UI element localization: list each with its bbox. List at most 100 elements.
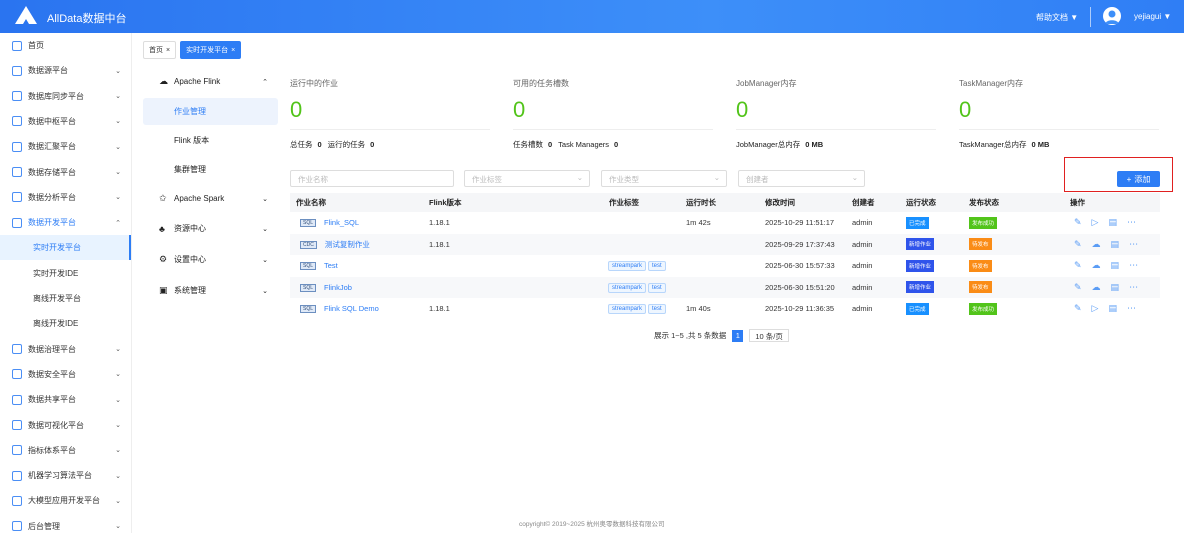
publish-status-badge: 待发布: [969, 260, 992, 272]
sidebar-item[interactable]: 数据治理平台⌄: [0, 337, 131, 362]
creator-select[interactable]: 创建者⌄: [738, 170, 865, 187]
page-size-select[interactable]: 10 条/页: [749, 329, 789, 342]
submenu-item[interactable]: ♣资源中心⌄: [143, 215, 278, 242]
more-icon[interactable]: ⋯: [1127, 303, 1136, 314]
stat-footer-label: TaskManager总内存: [959, 140, 1027, 149]
details-icon[interactable]: ▤: [1111, 260, 1120, 271]
details-icon[interactable]: ▤: [1108, 303, 1117, 314]
job-type-badge: SQL: [300, 305, 316, 313]
modified-time: 2025-10-29 11:36:35: [765, 304, 834, 313]
details-icon[interactable]: ▤: [1111, 239, 1120, 250]
job-name-cell: CDC测试复制作业: [300, 239, 370, 250]
submenu-item[interactable]: ▣系统管理⌄: [143, 277, 278, 304]
sidebar-item[interactable]: 实时开发IDE: [0, 261, 131, 286]
upload-icon[interactable]: ☁: [1092, 260, 1101, 271]
chevron-icon: ⌄: [262, 287, 268, 295]
sidebar-item[interactable]: 数据源平台⌄: [0, 58, 131, 83]
table-header: 作业名称Flink版本作业标签运行时长修改时间创建者运行状态发布状态操作: [290, 193, 1160, 212]
publish-status-badge: 待发布: [969, 238, 992, 250]
sidebar-item[interactable]: 数据开发平台⌃: [0, 210, 131, 235]
sidebar-item[interactable]: 数据中枢平台⌄: [0, 109, 131, 134]
stat-footer-label: 任务槽数: [513, 140, 543, 149]
tab-bar: 首页×实时开发平台×: [143, 41, 241, 59]
chevron-icon: ⌄: [115, 472, 121, 480]
help-docs-menu[interactable]: 帮助文档 ▼: [1036, 12, 1078, 23]
column-header[interactable]: 运行状态: [906, 197, 936, 208]
edit-icon[interactable]: ✎: [1074, 260, 1082, 271]
stat-label: TaskManager内存: [959, 78, 1159, 89]
submenu-item[interactable]: ⚙设置中心⌄: [143, 246, 278, 273]
more-icon[interactable]: ⋯: [1129, 239, 1138, 250]
submenu-item[interactable]: Flink 版本: [143, 127, 278, 154]
play-icon[interactable]: ▷: [1092, 217, 1099, 228]
job-name-link[interactable]: FlinkJob: [324, 283, 352, 292]
job-tag-select[interactable]: 作业标签⌄: [464, 170, 590, 187]
sidebar-item[interactable]: 数据存储平台⌄: [0, 160, 131, 185]
more-icon[interactable]: ⋯: [1127, 217, 1136, 228]
sidebar-item[interactable]: 数据可视化平台⌄: [0, 413, 131, 438]
submenu-label: Apache Spark: [174, 194, 224, 203]
column-header: Flink版本: [429, 197, 462, 208]
edit-icon[interactable]: ✎: [1074, 303, 1082, 314]
submenu-label: 资源中心: [174, 223, 206, 234]
chevron-icon: ⌄: [262, 225, 268, 233]
sidebar-item[interactable]: 数据库同步平台⌄: [0, 84, 131, 109]
flink-version: 1.18.1: [429, 218, 450, 227]
table-row: CDC测试复制作业1.18.12025-09-29 17:37:43admin新…: [290, 234, 1160, 256]
submenu-label: Apache Flink: [174, 77, 220, 86]
sidebar-item[interactable]: 离线开发IDE: [0, 311, 131, 336]
job-name-link[interactable]: Test: [324, 261, 338, 270]
sidebar-item-label: 数据可视化平台: [28, 420, 84, 431]
tag: test: [648, 261, 666, 271]
stat-label: JobManager内存: [736, 78, 936, 89]
job-name-link[interactable]: 测试复制作业: [325, 240, 370, 249]
avatar[interactable]: [1103, 7, 1121, 25]
submenu-item[interactable]: ✩Apache Spark⌄: [143, 185, 278, 212]
creator: admin: [852, 304, 872, 313]
page-1-button[interactable]: 1: [732, 330, 743, 342]
sidebar-item[interactable]: 实时开发平台: [0, 235, 131, 260]
sidebar-item[interactable]: 数据安全平台⌄: [0, 362, 131, 387]
stat-footer: JobManager总内存0 MB: [736, 139, 936, 150]
add-button[interactable]: +添加: [1117, 171, 1160, 187]
job-name-input[interactable]: 作业名称: [290, 170, 454, 187]
upload-icon[interactable]: ☁: [1092, 239, 1101, 250]
close-icon[interactable]: ×: [231, 47, 235, 54]
sidebar-item[interactable]: 数据分析平台⌄: [0, 185, 131, 210]
sidebar-item[interactable]: 后台管理⌄: [0, 514, 131, 539]
job-name-link[interactable]: Flink_SQL: [324, 218, 359, 227]
sidebar-item[interactable]: 数据共享平台⌄: [0, 387, 131, 412]
job-name-link[interactable]: Flink SQL Demo: [324, 304, 379, 313]
upload-icon[interactable]: ☁: [1092, 282, 1101, 293]
sidebar-item[interactable]: 机器学习算法平台⌄: [0, 463, 131, 488]
job-type-select[interactable]: 作业类型⌄: [601, 170, 727, 187]
app-title: AllData数据中台: [47, 10, 126, 26]
sidebar-item[interactable]: 数据汇聚平台⌄: [0, 134, 131, 159]
submenu-item[interactable]: 集群管理: [143, 156, 278, 183]
sidebar-item[interactable]: 指标体系平台⌄: [0, 438, 131, 463]
column-header[interactable]: 运行时长: [686, 197, 716, 208]
play-icon[interactable]: ▷: [1092, 303, 1099, 314]
submenu-item[interactable]: ☁Apache Flink⌃: [143, 68, 278, 95]
edit-icon[interactable]: ✎: [1074, 282, 1082, 293]
edit-icon[interactable]: ✎: [1074, 239, 1082, 250]
sidebar-item[interactable]: 大模型应用开发平台⌄: [0, 488, 131, 513]
stat-label: 可用的任务槽数: [513, 78, 713, 89]
table-row: SQLFlink SQL Demo1.18.1streamparktest1m …: [290, 298, 1160, 320]
sidebar-item[interactable]: 首页: [0, 33, 131, 58]
tab-0[interactable]: 首页×: [143, 41, 176, 59]
user-menu[interactable]: yejiagui ▼: [1134, 12, 1171, 21]
tab-label: 首页: [149, 45, 163, 55]
more-icon[interactable]: ⋯: [1129, 260, 1138, 271]
sidebar-item-label: 数据治理平台: [28, 344, 76, 355]
details-icon[interactable]: ▤: [1108, 217, 1117, 228]
sidebar-item[interactable]: 离线开发平台: [0, 286, 131, 311]
details-icon[interactable]: ▤: [1111, 282, 1120, 293]
tab-1[interactable]: 实时开发平台×: [180, 41, 241, 59]
submenu-item[interactable]: 作业管理: [143, 98, 278, 125]
column-header[interactable]: 修改时间: [765, 197, 795, 208]
more-icon[interactable]: ⋯: [1129, 282, 1138, 293]
close-icon[interactable]: ×: [166, 47, 170, 54]
job-name-cell: SQLFlink_SQL: [300, 218, 359, 227]
edit-icon[interactable]: ✎: [1074, 217, 1082, 228]
